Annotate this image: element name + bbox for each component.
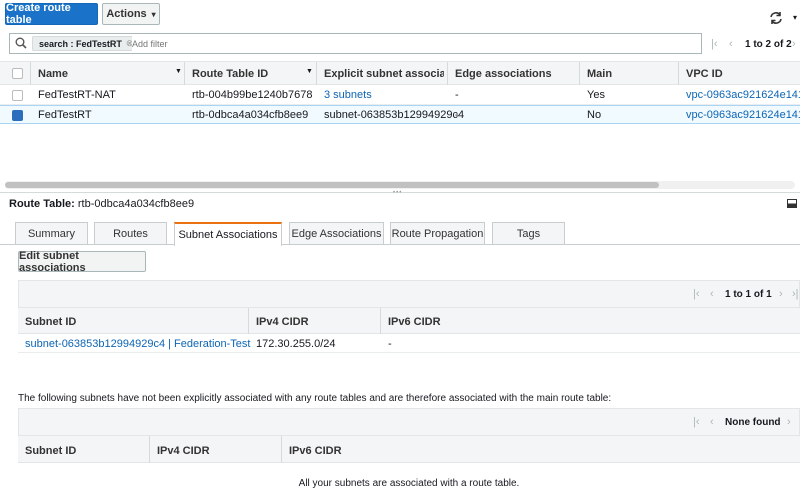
row-name: FedTestRT [38,109,92,121]
tab-subnet-associations-label: Subnet Associations [178,229,278,241]
assoc-pagination-text: 1 to 1 of 1 [725,289,772,300]
row-checkbox[interactable] [12,110,23,121]
col-main[interactable]: Main [587,68,612,80]
actions-label: Actions [106,8,147,20]
col-explicit-subnet[interactable]: Explicit subnet associatior [324,68,444,80]
settings-chevron-icon[interactable]: ▾ [793,13,797,22]
tab-edge-associations-label: Edge Associations [291,227,382,240]
assoc-table-header: Subnet ID IPv4 CIDR IPv6 CIDR [18,308,800,334]
tab-route-propagation[interactable]: Route Propagation [390,222,485,244]
assoc-subnet-link[interactable]: subnet-063853b12994929c4 | Federation-Te… [25,338,250,350]
tab-routes-label: Routes [113,227,148,240]
prev-page-icon[interactable]: ‹ [710,288,714,300]
assoc-pagination-bar: |‹ ‹ 1 to 1 of 1 › ›| [18,280,800,308]
col-ipv6-cidr: IPv6 CIDR [289,445,342,457]
actions-button[interactable]: Actions ▾ [102,3,160,25]
assoc-ipv4: 172.30.255.0/24 [256,338,336,350]
create-route-table-label: Create route table [6,2,71,26]
first-page-icon[interactable]: |‹ [693,288,700,300]
tab-edge-associations[interactable]: Edge Associations [289,222,384,244]
last-page-icon[interactable]: ›| [792,288,799,300]
col-ipv6-cidr: IPv6 CIDR [388,316,441,328]
row-subnet: subnet-063853b12994929c4 [324,109,465,121]
row-edge: - [455,109,459,121]
refresh-icon[interactable] [768,10,784,26]
row-route-table-id: rtb-0dbca4a034cfb8ee9 [192,109,309,121]
row-subnets-link[interactable]: 3 subnets [324,89,372,101]
assoc-ipv6: - [388,338,392,350]
table-header: Name ▼ Route Table ID ▼ Explicit subnet … [0,61,800,85]
row-route-table-id: rtb-004b99be1240b7678 [192,89,313,101]
col-ipv4-cidr: IPv4 CIDR [256,316,309,328]
row-main: Yes [587,89,605,101]
table-row[interactable]: FedTestRT-NAT rtb-004b99be1240b7678 3 su… [0,85,800,105]
col-route-table-id[interactable]: Route Table ID [192,68,268,80]
drag-handle-icon[interactable]: ••• [393,190,402,196]
scrollbar-thumb[interactable] [5,182,659,188]
detail-title: Route Table: rtb-0dbca4a034cfb8ee9 [9,198,194,210]
search-icon [15,37,27,49]
edit-subnet-associations-button[interactable]: Edit subnet associations [18,249,146,274]
tab-subnet-associations[interactable]: Subnet Associations [174,222,282,246]
row-vpc-link[interactable]: vpc-0963ac921624e141d | f [686,109,800,121]
search-token-label: search : FedTestRT [39,38,122,49]
table-row[interactable]: FedTestRT rtb-0dbca4a034cfb8ee9 subnet-0… [0,105,800,124]
sort-icon[interactable]: ▼ [306,68,313,75]
search-input[interactable] [132,36,432,51]
tab-routes[interactable]: Routes [94,222,167,244]
row-vpc-link[interactable]: vpc-0963ac921624e141d | f [686,89,800,101]
search-token[interactable]: search : FedTestRT ⊗ [32,36,141,51]
next-page-icon[interactable]: › [787,416,791,428]
pagination-text: 1 to 2 of 2 [745,39,792,50]
col-vpc-id[interactable]: VPC ID [686,68,723,80]
search-bar[interactable]: search : FedTestRT ⊗ [9,33,702,54]
col-subnet-id: Subnet ID [25,316,77,328]
tab-route-propagation-label: Route Propagation [391,227,484,240]
sort-icon[interactable]: ▼ [175,68,182,75]
tab-summary-label: Summary [27,227,76,240]
prev-page-icon[interactable]: ‹ [710,416,714,428]
panel-toggle-icon[interactable] [787,199,797,208]
col-ipv4-cidr: IPv4 CIDR [157,445,210,457]
row-edge: - [455,89,459,101]
unassoc-pagination-bar: |‹ ‹ None found › [18,408,800,436]
col-edge-associations[interactable]: Edge associations [455,68,552,80]
row-checkbox[interactable] [12,90,23,101]
horizontal-scrollbar[interactable] [5,181,795,189]
tab-tags[interactable]: Tags [492,222,565,244]
row-main: No [587,109,602,121]
main-route-note: The following subnets have not been expl… [18,393,612,404]
tab-tags-label: Tags [516,227,541,240]
table-row[interactable]: subnet-063853b12994929c4 | Federation-Te… [18,334,800,353]
first-page-icon[interactable]: |‹ [711,38,718,50]
detail-label: Route Table: [9,198,75,210]
first-page-icon[interactable]: |‹ [693,416,700,428]
row-name: FedTestRT-NAT [38,89,116,101]
next-page-icon[interactable]: › [792,38,796,50]
empty-state-message: All your subnets are associated with a r… [298,478,520,489]
col-subnet-id: Subnet ID [25,445,77,457]
edit-subnet-associations-label: Edit subnet associations [19,249,86,274]
select-all-checkbox[interactable] [12,68,23,79]
tab-summary[interactable]: Summary [15,222,88,244]
prev-page-icon[interactable]: ‹ [729,38,733,50]
detail-value: rtb-0dbca4a034cfb8ee9 [77,198,195,210]
chevron-down-icon: ▾ [151,9,156,19]
unassoc-pagination-text: None found [725,417,781,428]
create-route-table-button[interactable]: Create route table [5,2,98,26]
unassoc-table-header: Subnet ID IPv4 CIDR IPv6 CIDR [18,436,800,463]
col-name[interactable]: Name [38,68,68,80]
next-page-icon[interactable]: › [779,288,783,300]
